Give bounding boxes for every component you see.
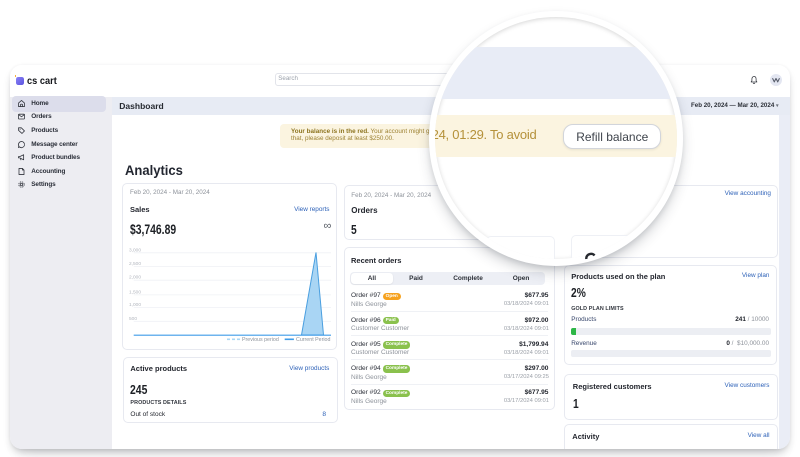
svg-text:1,500: 1,500 — [129, 289, 141, 295]
svg-text:3,000: 3,000 — [129, 247, 141, 253]
svg-text:Previous period: Previous period — [242, 337, 279, 343]
svg-text:2,500: 2,500 — [129, 261, 141, 267]
svg-text:Current Period: Current Period — [296, 337, 330, 343]
svg-text:500: 500 — [129, 316, 137, 322]
svg-text:1,000: 1,000 — [129, 302, 141, 308]
svg-text:2,000: 2,000 — [129, 275, 141, 281]
